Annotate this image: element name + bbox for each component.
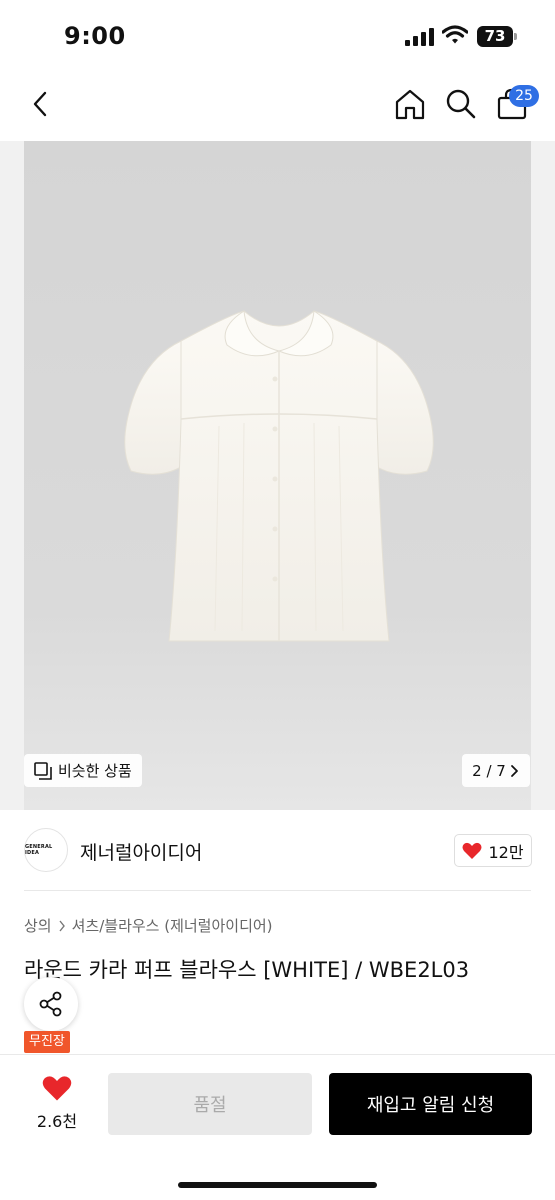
- breadcrumb: 상의 셔츠/블라우스 (제너럴아이디어): [24, 915, 273, 936]
- share-button[interactable]: [24, 977, 78, 1031]
- home-indicator: [178, 1182, 377, 1188]
- battery-level: 73: [477, 26, 513, 47]
- chevron-right-icon: [510, 764, 518, 777]
- heart-icon: [42, 1076, 72, 1101]
- product-image-gallery[interactable]: [24, 141, 531, 810]
- similar-products-icon: [34, 761, 52, 780]
- prev-image-edge: [0, 141, 24, 810]
- battery-icon: 73: [477, 26, 517, 47]
- shipping-tag: 무진장: [24, 1031, 70, 1053]
- brand-logo[interactable]: GENERAL IDEA: [24, 828, 68, 872]
- chevron-right-icon: [59, 920, 65, 931]
- restock-alert-button[interactable]: 재입고 알림 신청: [329, 1073, 532, 1135]
- soldout-button[interactable]: 품절: [108, 1073, 312, 1135]
- breadcrumb-subcategory[interactable]: 셔츠/블라우스 (제너럴아이디어): [72, 915, 273, 936]
- back-arrow-icon[interactable]: [30, 90, 50, 118]
- breadcrumb-category[interactable]: 상의: [24, 915, 52, 936]
- similar-products-button[interactable]: 비슷한 상품: [24, 754, 142, 787]
- wish-count: 2.6천: [36, 1112, 78, 1131]
- brand-like-button[interactable]: 12만: [454, 834, 532, 867]
- brand-name[interactable]: 제너럴아이디어: [80, 838, 202, 865]
- divider: [24, 890, 531, 891]
- share-icon: [39, 991, 62, 1017]
- cellular-signal-icon: [405, 28, 434, 46]
- similar-products-label: 비슷한 상품: [58, 762, 132, 780]
- bottom-action-bar: 2.6천 품절 재입고 알림 신청: [0, 1054, 555, 1200]
- status-time: 9:00: [64, 22, 126, 50]
- blouse-product-image: [124, 310, 434, 642]
- next-image-edge: [531, 141, 555, 810]
- brand-row[interactable]: GENERAL IDEA 제너럴아이디어 12만: [24, 826, 532, 876]
- heart-icon: [462, 842, 482, 859]
- wifi-icon: [442, 25, 468, 44]
- wish-button[interactable]: 2.6천: [24, 1075, 90, 1132]
- home-icon[interactable]: [394, 88, 426, 120]
- brand-like-count: 12만: [488, 842, 524, 862]
- cart-count-badge: 25: [509, 85, 539, 107]
- product-title: 라운드 카라 퍼프 블라우스 [WHITE] / WBE2L03: [24, 958, 470, 982]
- nav-bar: [0, 72, 555, 138]
- search-icon[interactable]: [445, 88, 477, 120]
- image-page-indicator[interactable]: 2 / 7: [462, 754, 530, 787]
- status-bar: 9:00 73: [0, 0, 555, 72]
- page-indicator-text: 2 / 7: [472, 761, 506, 780]
